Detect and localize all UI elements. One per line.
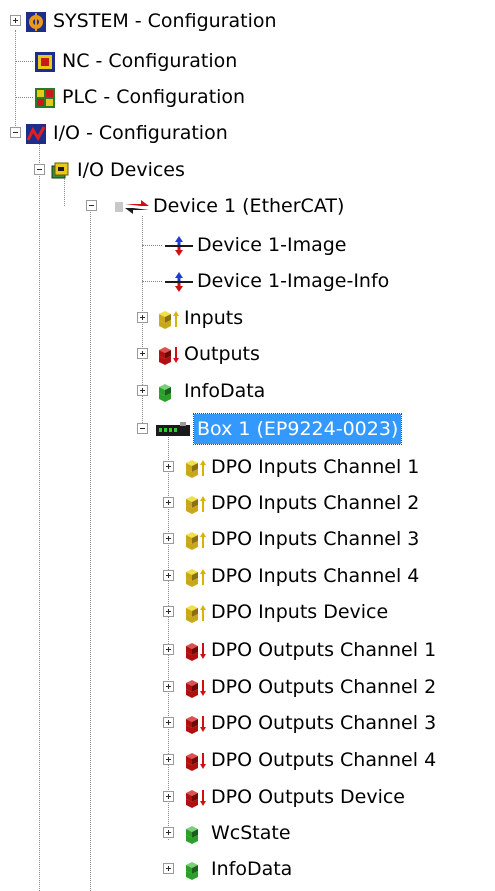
expand-toggle-icon[interactable] — [10, 15, 21, 26]
io-configuration-tree[interactable]: SYSTEM - Configuration NC - Configuratio… — [0, 0, 495, 891]
tree-item-label[interactable]: DPO Inputs Device — [208, 597, 391, 627]
tree-item-device-1-ethercat[interactable]: Device 1 (EtherCAT) — [0, 191, 495, 221]
tree-item-device-1-image-info[interactable]: Device 1-Image-Info — [0, 266, 495, 296]
tree-item-label[interactable]: DPO Inputs Channel 2 — [208, 488, 422, 518]
expand-toggle-icon[interactable] — [163, 606, 174, 617]
collapse-toggle-icon[interactable] — [34, 164, 45, 175]
tree-item-dpo-outputs-channel-3[interactable]: DPO Outputs Channel 3 — [0, 708, 495, 738]
tree-item-label[interactable]: DPO Outputs Channel 4 — [208, 745, 439, 775]
image-info-icon — [165, 271, 193, 292]
expand-toggle-icon[interactable] — [137, 385, 148, 396]
inputs-icon — [184, 566, 208, 587]
tree-item-dpo-outputs-channel-2[interactable]: DPO Outputs Channel 2 — [0, 672, 495, 702]
tree-item-label[interactable]: Device 1-Image-Info — [194, 266, 392, 296]
expand-toggle-icon[interactable] — [163, 717, 174, 728]
tree-item-label[interactable]: DPO Outputs Channel 1 — [208, 635, 439, 665]
tree-item-dpo-outputs-device[interactable]: DPO Outputs Device — [0, 782, 495, 812]
expand-toggle-icon[interactable] — [163, 497, 174, 508]
expand-toggle-icon[interactable] — [163, 533, 174, 544]
tree-item-label[interactable]: NC - Configuration — [59, 46, 240, 76]
tree-item-label[interactable]: I/O - Configuration — [50, 118, 231, 148]
tree-item-label[interactable]: DPO Outputs Channel 2 — [208, 672, 439, 702]
tree-item-label[interactable]: DPO Outputs Channel 3 — [208, 708, 439, 738]
tree-item-label[interactable]: Outputs — [181, 339, 263, 369]
collapse-toggle-icon[interactable] — [137, 423, 148, 434]
infodata-icon — [157, 381, 181, 402]
tree-item-system-configuration[interactable]: SYSTEM - Configuration — [0, 6, 495, 36]
expand-toggle-icon[interactable] — [163, 791, 174, 802]
tree-item-nc-configuration[interactable]: NC - Configuration — [0, 46, 495, 76]
plc-config-icon — [35, 87, 55, 108]
ethercat-device-icon — [115, 196, 151, 216]
wcstate-icon — [184, 823, 208, 844]
outputs-icon — [184, 677, 208, 698]
tree-item-label-selected[interactable]: Box 1 (EP9224-0023) — [192, 413, 403, 445]
tree-item-label[interactable]: SYSTEM - Configuration — [50, 6, 280, 36]
tree-item-dpo-inputs-channel-4[interactable]: DPO Inputs Channel 4 — [0, 561, 495, 591]
inputs-icon — [184, 529, 208, 550]
expand-toggle-icon[interactable] — [163, 461, 174, 472]
tree-item-inputs[interactable]: Inputs — [0, 303, 495, 333]
tree-item-plc-configuration[interactable]: PLC - Configuration — [0, 82, 495, 112]
nc-config-icon — [35, 51, 55, 72]
tree-item-wcstate[interactable]: WcState — [0, 818, 495, 848]
expand-toggle-icon[interactable] — [163, 681, 174, 692]
inputs-icon — [184, 493, 208, 514]
infodata-icon — [184, 859, 208, 880]
outputs-icon — [184, 787, 208, 808]
collapse-toggle-icon[interactable] — [10, 127, 21, 138]
tree-item-label[interactable]: InfoData — [181, 376, 268, 406]
tree-item-infodata[interactable]: InfoData — [0, 376, 495, 406]
tree-item-label[interactable]: Inputs — [181, 303, 246, 333]
tree-item-label[interactable]: DPO Inputs Channel 3 — [208, 524, 422, 554]
tree-item-label[interactable]: I/O Devices — [74, 155, 188, 185]
outputs-icon — [184, 640, 208, 661]
tree-item-io-devices[interactable]: I/O Devices — [0, 155, 495, 185]
io-devices-icon — [50, 160, 70, 180]
box-module-icon — [156, 419, 192, 439]
tree-item-outputs[interactable]: Outputs — [0, 339, 495, 369]
expand-toggle-icon[interactable] — [163, 644, 174, 655]
system-config-icon — [26, 11, 46, 32]
expand-toggle-icon[interactable] — [163, 754, 174, 765]
tree-item-label[interactable]: DPO Inputs Channel 1 — [208, 452, 422, 482]
image-icon — [165, 235, 193, 256]
inputs-icon — [157, 308, 181, 329]
tree-item-device-1-image[interactable]: Device 1-Image — [0, 230, 495, 260]
tree-item-label[interactable]: InfoData — [208, 854, 295, 884]
io-config-icon — [26, 123, 46, 144]
outputs-icon — [184, 750, 208, 771]
tree-item-label[interactable]: Device 1-Image — [194, 230, 349, 260]
tree-item-label[interactable]: DPO Outputs Device — [208, 782, 408, 812]
tree-item-infodata-box[interactable]: InfoData — [0, 854, 495, 884]
tree-item-label[interactable]: DPO Inputs Channel 4 — [208, 561, 422, 591]
outputs-icon — [157, 344, 181, 365]
tree-item-dpo-inputs-device[interactable]: DPO Inputs Device — [0, 597, 495, 627]
tree-item-dpo-inputs-channel-1[interactable]: DPO Inputs Channel 1 — [0, 452, 495, 482]
tree-item-label[interactable]: Device 1 (EtherCAT) — [150, 191, 347, 221]
tree-item-io-configuration[interactable]: I/O - Configuration — [0, 118, 495, 148]
inputs-icon — [184, 602, 208, 623]
tree-item-label[interactable]: PLC - Configuration — [59, 82, 248, 112]
expand-toggle-icon[interactable] — [163, 827, 174, 838]
expand-toggle-icon[interactable] — [137, 348, 148, 359]
tree-item-dpo-inputs-channel-3[interactable]: DPO Inputs Channel 3 — [0, 524, 495, 554]
tree-item-label[interactable]: WcState — [208, 818, 294, 848]
tree-item-dpo-outputs-channel-1[interactable]: DPO Outputs Channel 1 — [0, 635, 495, 665]
collapse-toggle-icon[interactable] — [86, 200, 97, 211]
expand-toggle-icon[interactable] — [163, 863, 174, 874]
inputs-icon — [184, 457, 208, 478]
expand-toggle-icon[interactable] — [137, 312, 148, 323]
expand-toggle-icon[interactable] — [163, 570, 174, 581]
tree-item-dpo-inputs-channel-2[interactable]: DPO Inputs Channel 2 — [0, 488, 495, 518]
tree-item-box-1[interactable]: Box 1 (EP9224-0023) — [0, 413, 495, 445]
outputs-icon — [184, 713, 208, 734]
tree-item-dpo-outputs-channel-4[interactable]: DPO Outputs Channel 4 — [0, 745, 495, 775]
